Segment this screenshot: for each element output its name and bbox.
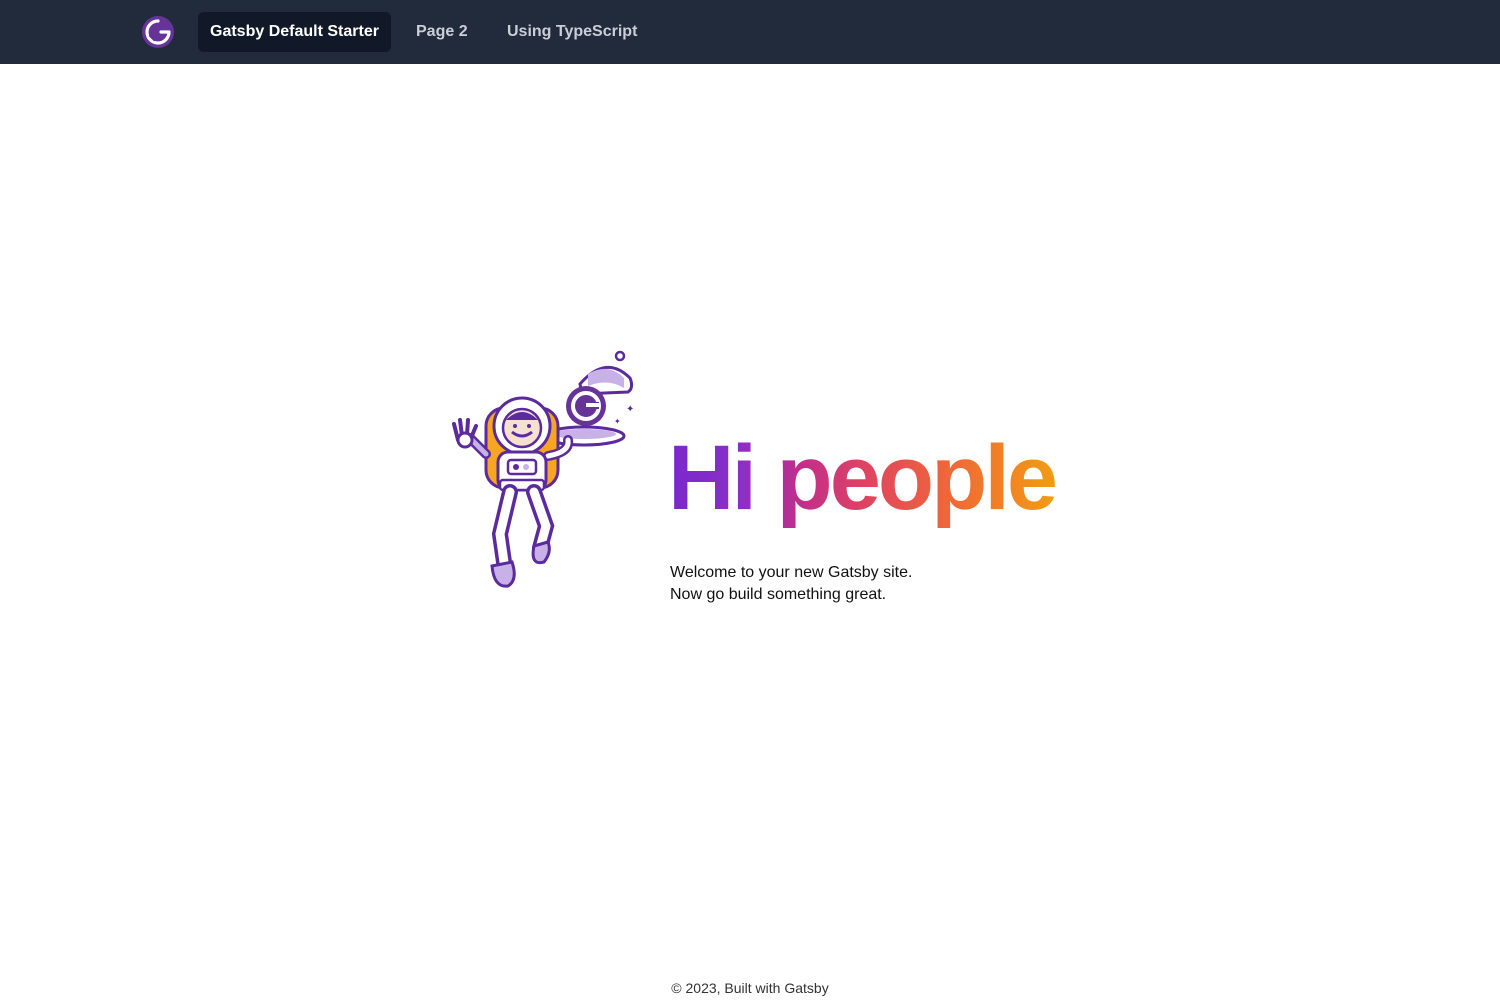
nav-link-page-2[interactable]: Page 2 <box>404 12 480 52</box>
svg-text:✦: ✦ <box>626 404 634 415</box>
intro-text: Welcome to your new Gatsby site. Now go … <box>670 562 912 606</box>
page-title: Hi people <box>668 418 1058 538</box>
site-header: Gatsby Default Starter Page 2 Using Type… <box>0 0 1500 64</box>
gatsby-logo-icon[interactable] <box>142 16 174 48</box>
nav-link-using-typescript[interactable]: Using TypeScript <box>495 12 649 52</box>
nav-link-home[interactable]: Gatsby Default Starter <box>198 12 391 52</box>
intro-line-build: Now go build something great. <box>670 586 887 603</box>
astronaut-waiter-illustration: ✦ ✦ <box>452 350 634 588</box>
svg-text:✦: ✦ <box>614 417 621 426</box>
intro-line-welcome: Welcome to your new Gatsby site. <box>670 564 913 581</box>
site-footer: © 2023, Built with Gatsby <box>671 980 829 996</box>
